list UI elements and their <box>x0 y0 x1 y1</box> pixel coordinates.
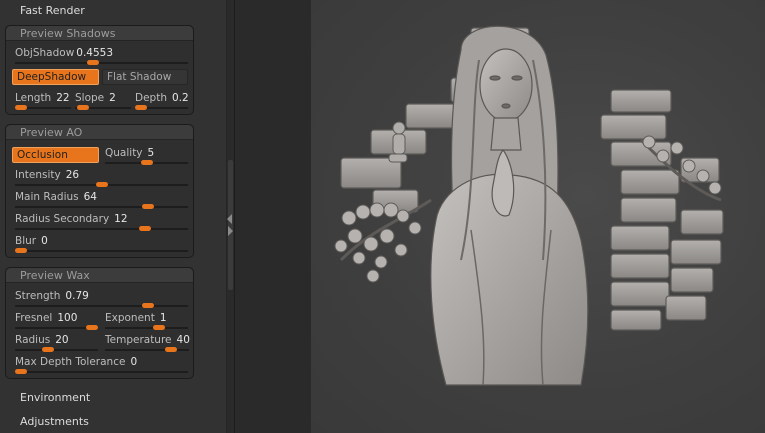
slope-slider[interactable]: Slope 2 <box>75 92 131 112</box>
menu-environment[interactable]: Environment <box>20 390 90 406</box>
preview-wax-title: Preview Wax <box>20 269 90 282</box>
main-radius-label: Main Radius <box>15 191 79 203</box>
quality-label: Quality <box>105 147 143 159</box>
radius-label: Radius <box>15 334 51 346</box>
exponent-value: 1 <box>159 312 167 324</box>
intensity-label: Intensity <box>15 169 61 181</box>
quality-value: 5 <box>147 147 155 159</box>
slope-knob[interactable] <box>77 105 90 110</box>
length-label: Length <box>15 92 52 104</box>
radius-secondary-slider[interactable]: Radius Secondary 12 <box>15 213 188 233</box>
exponent-knob[interactable] <box>152 325 165 330</box>
menu-adjustments[interactable]: Adjustments <box>20 414 89 430</box>
blur-knob[interactable] <box>15 248 27 253</box>
expand-right-arrow-icon[interactable] <box>228 226 233 236</box>
depth-slider[interactable]: Depth 0.2 <box>135 92 189 112</box>
objshadow-knob[interactable] <box>86 60 99 65</box>
strength-track <box>15 305 188 307</box>
max-depth-tolerance-label: Max Depth Tolerance <box>15 356 126 368</box>
preview-ao-title: Preview AO <box>20 126 83 139</box>
preview-shadows-group: Preview Shadows ObjShadow 0.4553 DeepShad… <box>5 25 194 115</box>
fresnel-slider[interactable]: Fresnel 100 <box>15 312 98 332</box>
radius-secondary-knob[interactable] <box>138 226 151 231</box>
objshadow-label: ObjShadow <box>15 47 75 59</box>
quality-knob[interactable] <box>140 160 153 165</box>
exponent-track <box>105 327 188 329</box>
preview-shadows-title: Preview Shadows <box>20 27 116 40</box>
panel-splitter[interactable] <box>226 0 235 433</box>
sculpt-render <box>334 25 724 386</box>
preview-ao-group: Preview AO Occlusion Quality 5 Intensity 2… <box>5 124 194 258</box>
blur-track <box>15 250 188 252</box>
temperature-label: Temperature <box>105 334 172 346</box>
radius-knob[interactable] <box>42 347 55 352</box>
slope-value: 2 <box>109 92 116 104</box>
exponent-slider[interactable]: Exponent 1 <box>105 312 188 332</box>
temperature-value: 40 <box>176 334 190 346</box>
temperature-slider[interactable]: Temperature 40 <box>105 334 190 354</box>
strength-label: Strength <box>15 290 61 302</box>
occlusion-button[interactable]: Occlusion <box>12 147 99 163</box>
blur-slider[interactable]: Blur 0 <box>15 235 188 255</box>
radius-secondary-label: Radius Secondary <box>15 213 110 225</box>
length-knob[interactable] <box>15 105 27 110</box>
preview-shadows-header[interactable]: Preview Shadows <box>6 26 193 41</box>
quality-slider[interactable]: Quality 5 <box>105 147 188 167</box>
flat-shadow-button[interactable]: Flat Shadow <box>102 69 188 85</box>
max-depth-tolerance-slider[interactable]: Max Depth Tolerance 0 <box>15 356 188 376</box>
render-settings-panel: Fast Render Preview Shadows ObjShadow 0.4… <box>0 0 226 433</box>
intensity-value: 26 <box>65 169 80 181</box>
exponent-label: Exponent <box>105 312 155 324</box>
splitter-grip[interactable] <box>228 160 233 290</box>
radius-slider[interactable]: Radius 20 <box>15 334 98 354</box>
objshadow-track <box>15 62 188 64</box>
temperature-knob[interactable] <box>164 347 177 352</box>
objshadow-slider[interactable]: ObjShadow 0.4553 <box>15 47 188 67</box>
depth-knob[interactable] <box>135 105 147 110</box>
radius-secondary-value: 12 <box>114 213 128 225</box>
fresnel-value: 100 <box>57 312 78 324</box>
fresnel-knob[interactable] <box>86 325 98 330</box>
radius-track <box>15 349 98 351</box>
intensity-knob[interactable] <box>95 182 108 187</box>
main-radius-track <box>15 206 188 208</box>
preview-wax-header[interactable]: Preview Wax <box>6 268 193 283</box>
radius-value: 20 <box>55 334 69 346</box>
depth-label: Depth <box>135 92 167 104</box>
strength-value: 0.79 <box>65 290 89 302</box>
max-depth-tolerance-knob[interactable] <box>15 369 27 374</box>
collapse-left-arrow-icon[interactable] <box>227 214 232 224</box>
menu-fast-render[interactable]: Fast Render <box>20 3 85 19</box>
length-value: 22 <box>56 92 70 104</box>
blur-value: 0 <box>41 235 48 247</box>
strength-slider[interactable]: Strength 0.79 <box>15 290 188 310</box>
main-radius-slider[interactable]: Main Radius 64 <box>15 191 188 211</box>
deepshadow-button[interactable]: DeepShadow <box>12 69 99 85</box>
strength-knob[interactable] <box>142 303 155 308</box>
fresnel-label: Fresnel <box>15 312 53 324</box>
3d-viewport[interactable] <box>235 0 765 433</box>
blur-label: Blur <box>15 235 37 247</box>
length-slider[interactable]: Length 22 <box>15 92 71 112</box>
main-radius-knob[interactable] <box>142 204 155 209</box>
objshadow-value: 0.4553 <box>76 47 114 59</box>
intensity-slider[interactable]: Intensity 26 <box>15 169 188 189</box>
viewport-canvas[interactable] <box>311 0 765 433</box>
preview-ao-header[interactable]: Preview AO <box>6 125 193 140</box>
preview-wax-group: Preview Wax Strength 0.79 Fresnel 100 Expo… <box>5 267 194 379</box>
depth-value: 0.2 <box>171 92 189 104</box>
radius-secondary-track <box>15 228 188 230</box>
slope-label: Slope <box>75 92 105 104</box>
max-depth-tolerance-value: 0 <box>130 356 138 368</box>
main-radius-value: 64 <box>83 191 97 203</box>
max-depth-tolerance-track <box>15 371 188 373</box>
